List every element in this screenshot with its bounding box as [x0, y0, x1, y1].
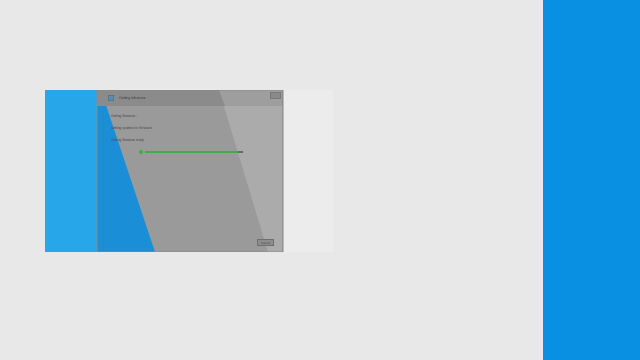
dialog-titlebar: Getting Windows — [97, 90, 283, 106]
status-line-1: Getting Windows… — [111, 114, 139, 118]
progress-fill — [145, 151, 239, 153]
status-line-2: Getting updates for Windows — [111, 126, 152, 130]
setup-preview: Getting Windows Getting Windows… Getting… — [45, 90, 333, 252]
accent-panel — [543, 0, 640, 360]
progress-dot — [139, 150, 143, 154]
close-button[interactable] — [270, 92, 281, 99]
progress-indicator — [139, 150, 243, 155]
status-line-3: Getting Windows ready — [111, 138, 144, 142]
windows-setup-icon — [108, 95, 114, 101]
setup-dialog: Getting Windows Getting Windows… Getting… — [97, 90, 283, 252]
dialog-title: Getting Windows — [119, 96, 146, 100]
dialog-body: Getting Windows… Getting updates for Win… — [111, 114, 271, 155]
cancel-button[interactable]: Cancel — [257, 239, 274, 246]
